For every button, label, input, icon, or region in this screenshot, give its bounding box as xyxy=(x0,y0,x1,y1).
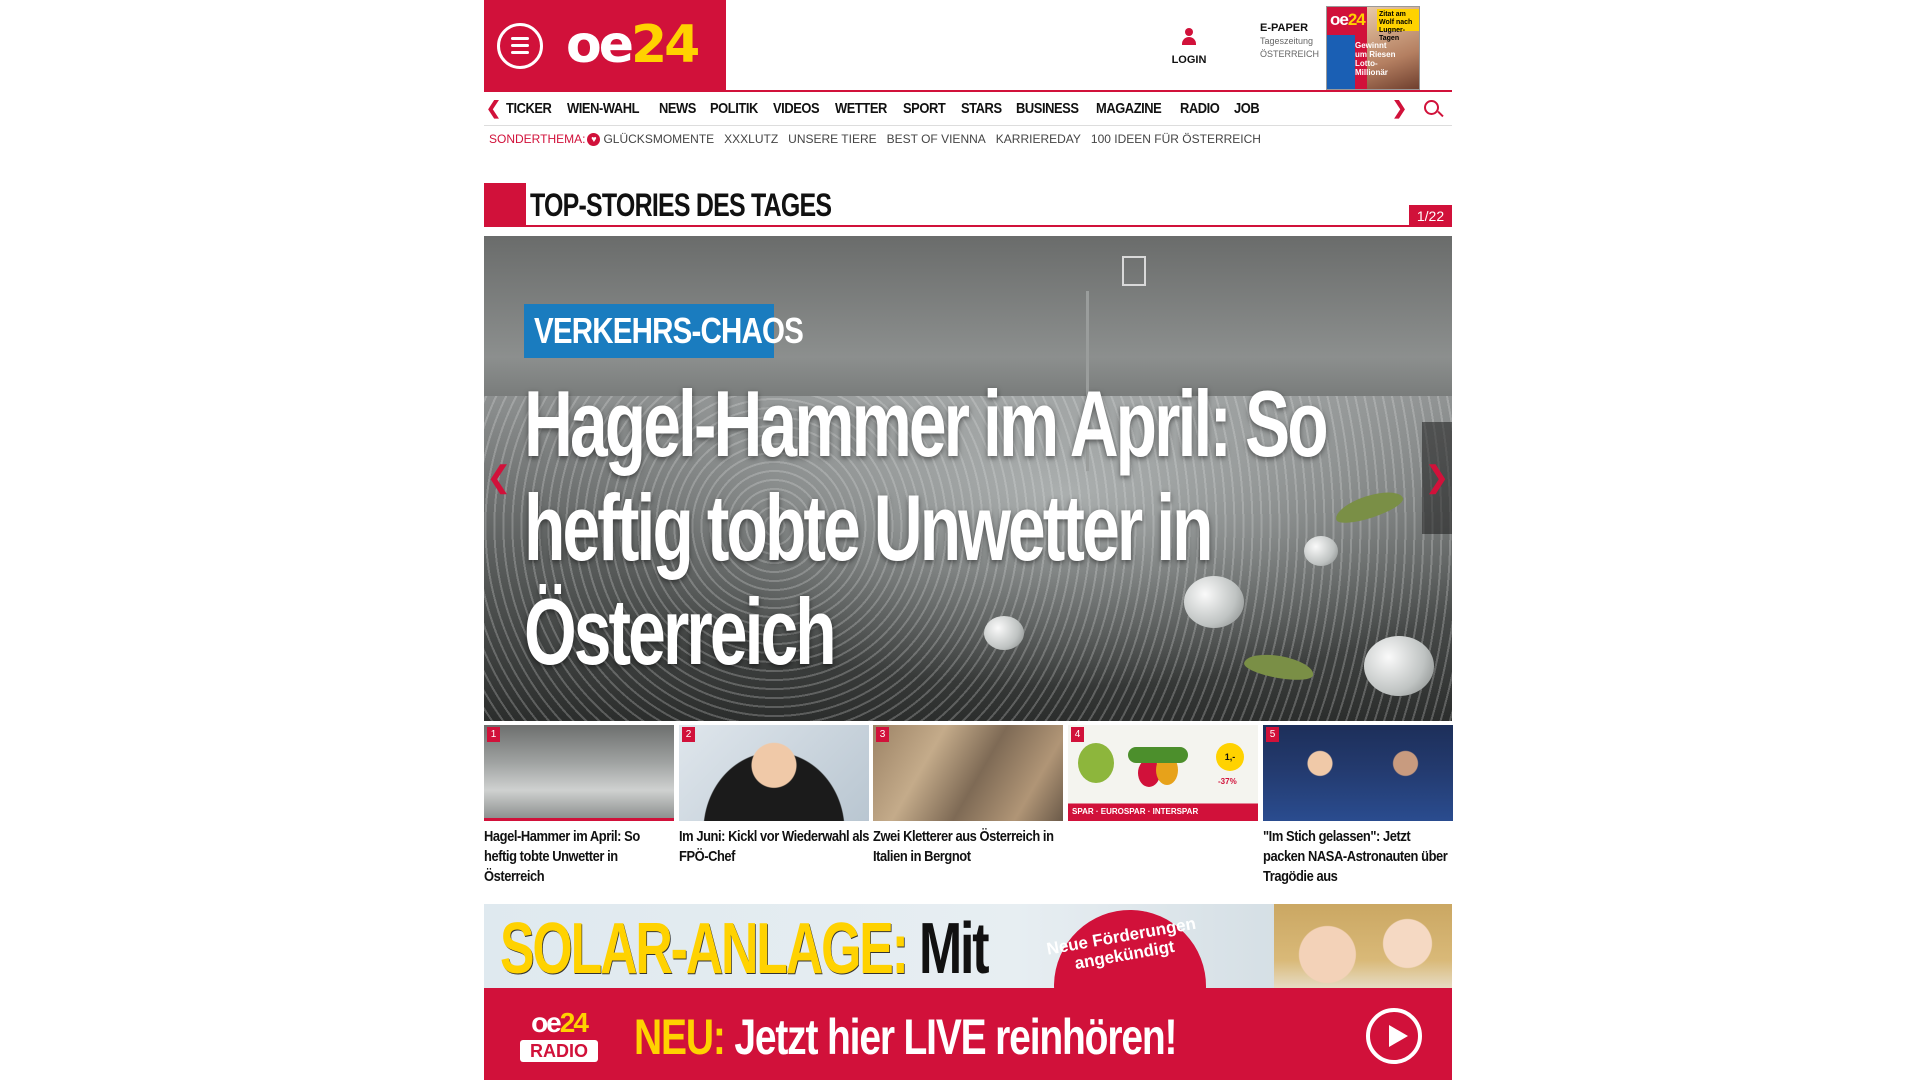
subnav-item[interactable]: BEST OF VIENNA xyxy=(887,128,986,150)
main-nav: ❮ TICKER WIEN-WAHL NEWS POLITIK VIDEOS WETTER… xyxy=(484,90,1452,126)
subnav-item[interactable]: UNSERE TIERE xyxy=(788,128,876,150)
nav-item[interactable]: BUSINESS xyxy=(1016,92,1079,126)
play-icon[interactable] xyxy=(1366,1008,1422,1064)
nav-item[interactable]: MAGAZINE xyxy=(1096,92,1162,126)
thumb-number: 1 xyxy=(487,727,500,742)
subnav-items: GLÜCKSMOMENTE XXXLUTZ UNSERE TIERE BEST OF … xyxy=(603,132,1271,146)
spar-brands: SPAR · EUROSPAR · INTERSPAR xyxy=(1072,807,1199,816)
thumb-number: 2 xyxy=(682,727,695,742)
site-header: oe24 LOGIN E-PAPER Tageszeitung ÖSTERREI… xyxy=(484,0,1452,90)
thumb-headline: Hagel-Hammer im April: So heftig tobte U… xyxy=(484,828,640,885)
site-logo[interactable]: oe24 xyxy=(566,10,700,80)
login-button[interactable]: LOGIN xyxy=(1164,28,1214,68)
hero-image-hoop xyxy=(1122,256,1146,286)
thumb-item-1[interactable]: 1 Hagel-Hammer im April: So heftig tobte… xyxy=(484,725,674,887)
nav-item[interactable]: SPORT xyxy=(903,92,946,126)
nav-item[interactable]: STARS xyxy=(961,92,1002,126)
radio-cta: NEU: Jetzt hier LIVE reinhören! xyxy=(634,1009,1178,1065)
cover-badge: Zitat am Wolf nach Lugner-Tagen xyxy=(1377,9,1419,42)
promo-badge xyxy=(1078,743,1114,783)
subnav-item[interactable]: GLÜCKSMOMENTE xyxy=(603,128,714,150)
nav-item[interactable]: NEWS xyxy=(659,92,696,126)
page: oe24 LOGIN E-PAPER Tageszeitung ÖSTERREI… xyxy=(484,0,1453,1080)
hamburger-menu-icon[interactable] xyxy=(497,23,543,69)
thumb-image: 2 xyxy=(679,725,869,821)
hero-category-tag[interactable]: VERKEHRS-CHAOS xyxy=(524,304,804,358)
radio-logo-mark: oe24 xyxy=(531,1007,589,1038)
radio-banner[interactable]: oe24 RADIO NEU: Jetzt hier LIVE reinhöre… xyxy=(484,988,1452,1080)
thumb-item-5[interactable]: 5 "Im Stich gelassen": Jetzt packen NASA… xyxy=(1263,725,1453,887)
slide-counter: 1/22 xyxy=(1409,205,1452,227)
nav-item[interactable]: VIDEOS xyxy=(773,92,820,126)
nav-item[interactable]: RADIO xyxy=(1180,92,1220,126)
epaper-cover-image[interactable]: oe24 Zitat am Wolf nach Lugner-Tagen Gew… xyxy=(1326,6,1420,90)
thumb-image: 5 xyxy=(1263,725,1453,821)
section-title: TOP-STORIES DES TAGES xyxy=(530,187,832,223)
price-badge: 1,- xyxy=(1216,743,1244,771)
story-thumbnails: 1 Hagel-Hammer im April: So heftig tobte… xyxy=(484,725,1453,895)
top-stories-header: TOP-STORIES DES TAGES 1/22 xyxy=(484,183,1452,227)
nav-item[interactable]: WETTER xyxy=(835,92,887,126)
nav-scroll-left-icon[interactable]: ❮ xyxy=(486,98,501,119)
login-label: LOGIN xyxy=(1171,54,1207,66)
subnav-item[interactable]: KARRIEREDAY xyxy=(996,128,1081,150)
cover-headline: Gewinnt um Riesen Lotto-Millionär xyxy=(1355,41,1396,77)
radio-logo-label: RADIO xyxy=(520,1040,598,1062)
hero-next-icon[interactable]: ❯ xyxy=(1422,422,1452,534)
thumb-item-4[interactable]: 4 1,- -37% SPAR · EUROSPAR · INTERSPAR xyxy=(1068,725,1258,827)
thumb-headline: Im Juni: Kickl vor Wiederwahl als FPÖ-Ch… xyxy=(679,828,870,865)
thumb-number: 3 xyxy=(876,727,889,742)
cover-logo: oe24 xyxy=(1330,10,1366,29)
subnav-label: SONDERTHEMA: xyxy=(489,132,586,146)
radio-logo: oe24 RADIO xyxy=(514,1008,604,1068)
thumb-headline: Zwei Kletterer aus Österreich in Italien… xyxy=(873,828,1054,865)
thumb-item-2[interactable]: 2 Im Juni: Kickl vor Wiederwahl als FPÖ-… xyxy=(679,725,869,867)
epaper-title: E-PAPER xyxy=(1260,22,1309,34)
search-icon[interactable] xyxy=(1424,100,1439,115)
ad-banner[interactable]: SOLAR-ANLAGE: Mit Neue Förderungen angek… xyxy=(484,904,1452,1080)
nav-item[interactable]: POLITIK xyxy=(710,92,758,126)
solar-ad-headline: SOLAR-ANLAGE: Mit xyxy=(500,909,990,989)
thumb-image: 3 xyxy=(873,725,1063,821)
discount-label: -37% xyxy=(1218,777,1237,786)
thumb-item-3[interactable]: 3 Zwei Kletterer aus Österreich in Itali… xyxy=(873,725,1063,867)
hero-prev-icon[interactable]: ❮ xyxy=(484,422,514,534)
nav-item[interactable]: WIEN-WAHL xyxy=(567,92,640,126)
thumb-number: 5 xyxy=(1266,727,1279,742)
epaper-link[interactable]: E-PAPER Tageszeitung ÖSTERREICH xyxy=(1260,22,1330,61)
nav-items: TICKER WIEN-WAHL NEWS POLITIK VIDEOS WETTER SP… xyxy=(506,92,1392,126)
subnav-item[interactable]: 100 IDEEN FÜR ÖSTERREICH xyxy=(1091,128,1261,150)
cover-strip xyxy=(1327,35,1355,89)
thumb-number: 4 xyxy=(1071,727,1084,742)
hero-slide[interactable]: VERKEHRS-CHAOS Hagel-Hammer im April: So… xyxy=(484,236,1452,721)
heart-icon: ♥ xyxy=(587,133,601,147)
logo-block: oe24 xyxy=(484,0,726,90)
sub-nav: SONDERTHEMA: ♥ GLÜCKSMOMENTE XXXLUTZ UNSERE … xyxy=(484,128,1452,150)
user-icon xyxy=(1181,28,1197,46)
hero-headline[interactable]: Hagel-Hammer im April: So heftig tobte U… xyxy=(524,372,1388,684)
subnav-item[interactable]: XXXLUTZ xyxy=(724,128,778,150)
thumb-image: 1 xyxy=(484,725,674,821)
section-divider xyxy=(526,225,1452,227)
section-marker xyxy=(484,183,526,227)
thumb-image: 4 1,- -37% SPAR · EUROSPAR · INTERSPAR xyxy=(1068,725,1258,821)
cucumber xyxy=(1128,747,1188,763)
epaper-subtitle: Tageszeitung xyxy=(1260,36,1314,46)
solar-ad[interactable]: SOLAR-ANLAGE: Mit Neue Förderungen angek… xyxy=(484,904,1452,1075)
thumb-headline: "Im Stich gelassen": Jetzt packen NASA-A… xyxy=(1263,828,1448,885)
epaper-subtitle-2: ÖSTERREICH xyxy=(1260,49,1320,59)
nav-scroll-right-icon[interactable]: ❯ xyxy=(1392,98,1407,119)
nav-item[interactable]: TICKER xyxy=(506,92,552,126)
nav-item[interactable]: JOB xyxy=(1234,92,1260,126)
